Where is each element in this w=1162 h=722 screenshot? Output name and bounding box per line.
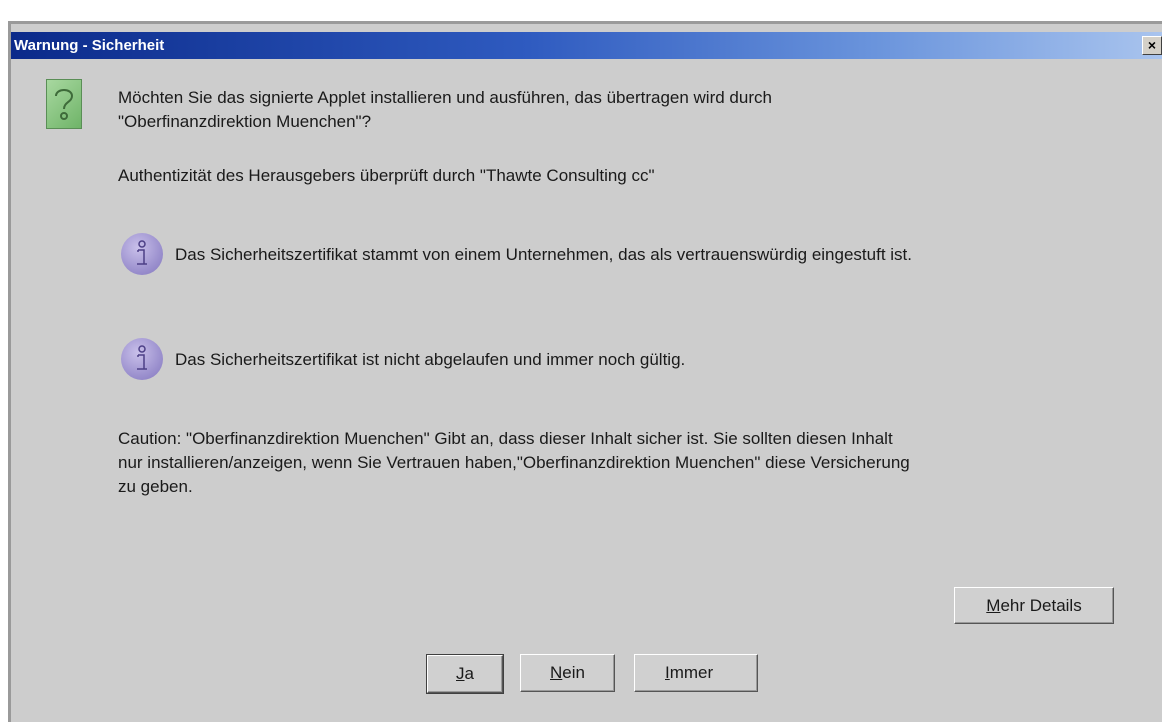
yes-button[interactable]: Ja bbox=[426, 654, 504, 694]
no-mnemonic: N bbox=[550, 663, 563, 682]
question-mark-glyph bbox=[55, 89, 74, 120]
window-title: Warnung - Sicherheit bbox=[14, 37, 165, 54]
title-bar[interactable]: Warnung - Sicherheit × bbox=[11, 32, 1162, 59]
yes-mnemonic: J bbox=[456, 664, 465, 683]
question-text-line-1: Möchten Sie das signierte Applet install… bbox=[118, 88, 772, 107]
close-icon: × bbox=[1147, 37, 1157, 53]
always-button[interactable]: Immer bbox=[634, 654, 758, 692]
more-details-label: ehr Details bbox=[1000, 596, 1082, 615]
info-text-trusted-issuer: Das Sicherheitszertifikat stammt von ein… bbox=[175, 245, 912, 264]
yes-label: a bbox=[464, 664, 474, 683]
more-details-button[interactable]: Mehr Details bbox=[954, 587, 1114, 624]
authenticity-text: Authentizität des Herausgebers überprüft… bbox=[118, 166, 655, 185]
info-icon bbox=[121, 233, 163, 275]
more-details-mnemonic: M bbox=[986, 596, 1001, 615]
close-button[interactable]: × bbox=[1142, 36, 1162, 55]
always-label: mmer bbox=[669, 663, 714, 682]
no-label: ein bbox=[562, 663, 585, 682]
info-icon bbox=[121, 338, 163, 380]
question-text-line-2: "Oberfinanzdirektion Muenchen"? bbox=[118, 112, 372, 131]
screen: Warnung - Sicherheit × Möchten Sie das s… bbox=[0, 0, 1162, 722]
info-text-valid-certificate: Das Sicherheitszertifikat ist nicht abge… bbox=[175, 350, 686, 369]
security-warning-dialog: Warnung - Sicherheit × Möchten Sie das s… bbox=[8, 21, 1162, 722]
no-button[interactable]: Nein bbox=[520, 654, 615, 692]
caution-text-line-3: zu geben. bbox=[118, 477, 193, 496]
caution-text-line-2: nur installieren/anzeigen, wenn Sie Vert… bbox=[118, 453, 910, 472]
question-icon bbox=[46, 79, 82, 129]
caution-text-line-1: Caution: "Oberfinanzdirektion Muenchen" … bbox=[118, 429, 893, 448]
